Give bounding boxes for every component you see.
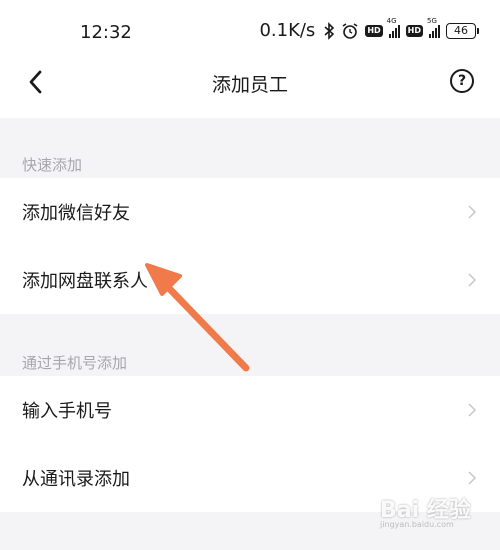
network-type-label: 5G <box>427 16 437 25</box>
alarm-icon <box>342 22 358 39</box>
status-bar: 12:32 0.1K/s HD 4G HD 5G 46 <box>0 0 500 68</box>
chevron-right-icon <box>468 403 476 417</box>
help-button[interactable]: ? <box>450 69 474 93</box>
network-speed: 0.1K/s <box>259 20 316 41</box>
status-icons: 0.1K/s HD 4G HD 5G 46 <box>259 17 479 41</box>
list-item-label: 添加微信好友 <box>22 203 130 224</box>
chevron-right-icon <box>468 471 476 485</box>
chevron-right-icon <box>468 273 476 287</box>
watermark-logo: Bai 经验 jingyan.baidu.com <box>380 492 471 529</box>
section-header-add-by-phone: 通过手机号添加 <box>22 353 128 372</box>
nav-bar: 添加员工 ? <box>0 68 500 118</box>
hd-badge: HD <box>365 24 383 37</box>
list-item-add-wechat-friend[interactable]: 添加微信好友 <box>0 178 500 246</box>
signal-icon: 4G <box>387 17 400 38</box>
chevron-right-icon <box>468 205 476 219</box>
list-item-enter-phone-number[interactable]: 输入手机号 <box>0 376 500 444</box>
section-header-quick-add: 快速添加 <box>22 155 83 174</box>
battery-icon: 46 <box>446 22 479 39</box>
network-type-label: 4G <box>386 16 397 25</box>
help-icon: ? <box>457 73 467 89</box>
list-item-label: 输入手机号 <box>22 401 112 422</box>
hd-badge: HD <box>405 24 423 37</box>
watermark-url: jingyan.baidu.com <box>380 520 454 529</box>
signal-icon: 5G <box>427 17 440 38</box>
bluetooth-icon <box>324 21 335 40</box>
list-item-label: 添加网盘联系人 <box>22 271 148 292</box>
battery-level: 46 <box>454 24 468 37</box>
list-item-add-netdisk-contact[interactable]: 添加网盘联系人 <box>0 246 500 314</box>
page-title: 添加员工 <box>211 74 288 96</box>
list-item-label: 从通讯录添加 <box>22 469 130 490</box>
status-time: 12:32 <box>80 22 132 43</box>
